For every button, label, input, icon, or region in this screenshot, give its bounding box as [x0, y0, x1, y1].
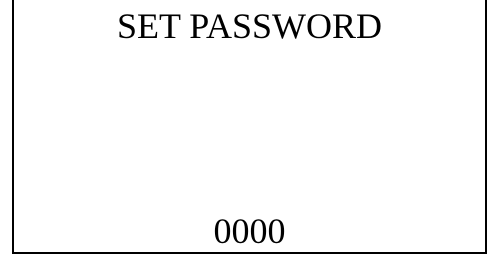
- lcd-screen: SET PASSWORD 0000: [12, 0, 487, 254]
- password-value[interactable]: 0000: [14, 209, 485, 253]
- screen-title: SET PASSWORD: [116, 6, 383, 46]
